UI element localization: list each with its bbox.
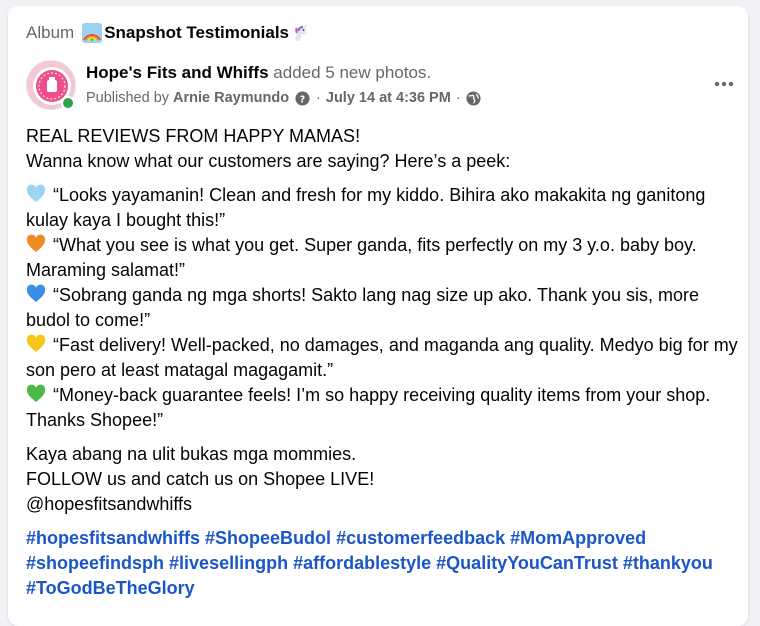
hashtag-link[interactable]: #shopeefindsph — [26, 553, 164, 573]
review-item: “Sobrang ganda ng mga shorts! Sakto lang… — [26, 283, 740, 333]
orange-heart-icon — [26, 234, 46, 252]
post-meta: Published by Arnie Raymundo ? · July 14 … — [86, 88, 487, 108]
post-header: Hope's Fits and Whiffs added 5 new photo… — [26, 58, 736, 114]
post-body: REAL REVIEWS FROM HAPPY MAMAS! Wanna kno… — [26, 124, 740, 610]
meta-separator: · — [316, 90, 321, 106]
outro-line: @hopesfitsandwhiffs — [26, 494, 193, 514]
album-line: Album Snapshot Testimonials — [26, 22, 311, 44]
review-text: “Sobrang ganda ng mga shorts! Sakto lang… — [26, 285, 700, 330]
published-by-label: Published by — [86, 90, 170, 106]
review-text: “Looks yayamanin! Clean and fresh for my… — [26, 185, 706, 230]
hashtag-link[interactable]: #ShopeeBudol — [205, 528, 331, 548]
outro-paragraph: Kaya abang na ulit bukas mga mommies. FO… — [26, 442, 740, 517]
publisher-link[interactable]: Arnie Raymundo — [173, 88, 289, 108]
reviews-paragraph: “Looks yayamanin! Clean and fresh for my… — [26, 183, 740, 433]
yellow-heart-icon — [26, 334, 46, 352]
intro-paragraph: REAL REVIEWS FROM HAPPY MAMAS! Wanna kno… — [26, 124, 740, 174]
hashtag-link[interactable]: #thankyou — [623, 553, 713, 573]
review-item: “What you see is what you get. Super gan… — [26, 233, 740, 283]
page-name-link[interactable]: Hope's Fits and Whiffs — [86, 63, 269, 82]
outro-line: FOLLOW us and catch us on Shopee LIVE! — [26, 469, 375, 489]
post-action-text: added 5 new photos. — [273, 63, 432, 82]
online-status-dot — [61, 96, 75, 110]
hashtag-link[interactable]: #ToGodBeTheGlory — [26, 578, 195, 598]
light-blue-heart-icon — [26, 184, 46, 202]
rainbow-icon — [82, 23, 103, 43]
post-title-line: Hope's Fits and Whiffs added 5 new photo… — [86, 62, 431, 84]
more-horizontal-icon — [714, 81, 734, 87]
green-heart-icon — [26, 384, 46, 402]
svg-text:?: ? — [300, 94, 305, 105]
hashtags-paragraph: #hopesfitsandwhiffs #ShopeeBudol #custom… — [26, 526, 740, 601]
more-options-button[interactable] — [706, 66, 742, 102]
review-item: “Money-back guarantee feels! I’m so happ… — [26, 383, 740, 433]
review-text: “Fast delivery! Well-packed, no damages,… — [26, 335, 738, 380]
hashtag-link[interactable]: #QualityYouCanTrust — [436, 553, 618, 573]
hashtag-link[interactable]: #customerfeedback — [336, 528, 505, 548]
help-icon[interactable]: ? — [295, 90, 310, 106]
post-card: Album Snapshot Testimonials Hope's Fits … — [8, 6, 748, 626]
meta-separator: · — [455, 90, 461, 106]
review-item: “Fast delivery! Well-packed, no damages,… — [26, 333, 740, 383]
album-label: Album — [26, 23, 75, 42]
post-timestamp-link[interactable]: July 14 at 4:36 PM — [326, 88, 451, 108]
intro-line: REAL REVIEWS FROM HAPPY MAMAS! — [26, 126, 361, 146]
hashtag-link[interactable]: #hopesfitsandwhiffs — [26, 528, 200, 548]
review-text: “Money-back guarantee feels! I’m so happ… — [26, 385, 711, 430]
globe-icon[interactable] — [466, 90, 481, 106]
review-item: “Looks yayamanin! Clean and fresh for my… — [26, 183, 740, 233]
hashtag-link[interactable]: #livesellingph — [169, 553, 288, 573]
album-name-link[interactable]: Snapshot Testimonials — [104, 22, 289, 44]
review-text: “What you see is what you get. Super gan… — [26, 235, 697, 280]
intro-line: Wanna know what our customers are saying… — [26, 151, 511, 171]
hashtag-link[interactable]: #affordablestyle — [293, 553, 431, 573]
unicorn-icon — [295, 24, 309, 41]
hashtag-link[interactable]: #MomApproved — [510, 528, 646, 548]
blue-heart-icon — [26, 284, 46, 302]
outro-line: Kaya abang na ulit bukas mga mommies. — [26, 444, 357, 464]
